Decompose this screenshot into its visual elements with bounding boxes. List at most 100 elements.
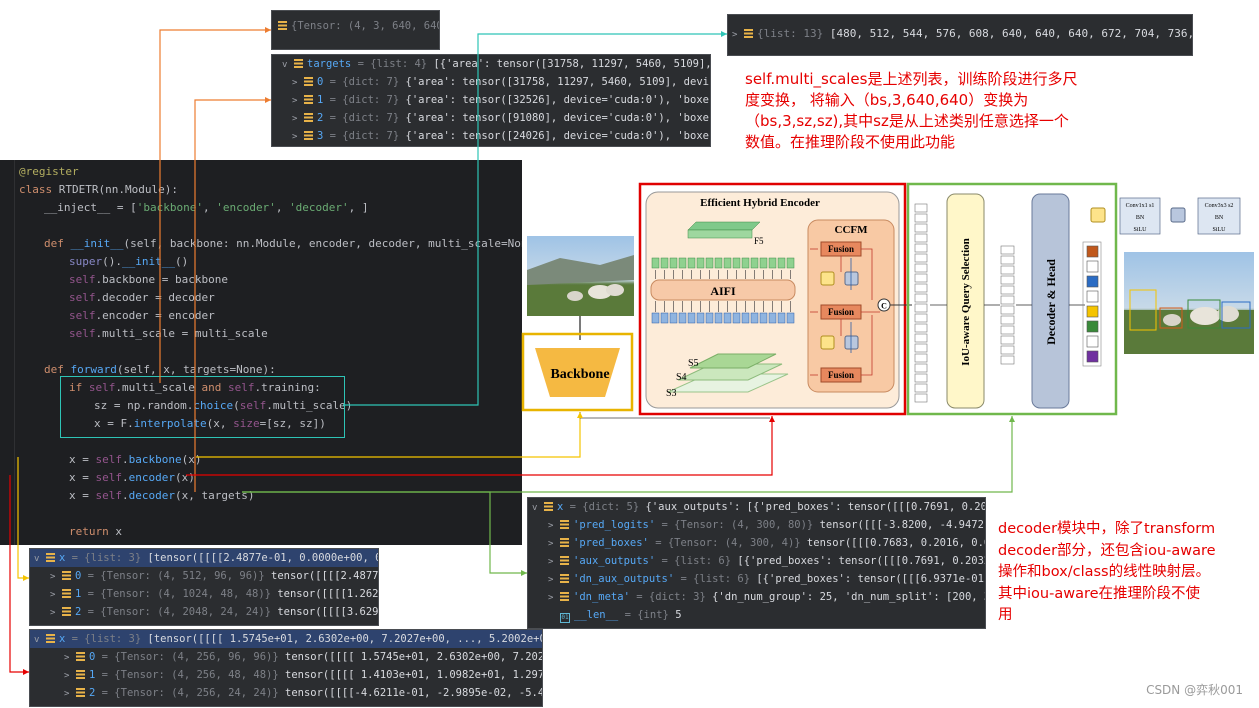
token [1086,335,1099,348]
token [696,257,705,269]
token [914,223,928,233]
token [1000,325,1015,335]
token [914,383,928,393]
token [914,273,928,283]
token [768,312,777,324]
token [1000,295,1015,305]
token [678,312,687,324]
token [651,257,660,269]
architecture-diagram: Backbone Efficient Hybrid Encoder F5 AIF… [9,27,1254,697]
token [687,257,696,269]
svg-text:Conv3x3 s2: Conv3x3 s2 [1205,203,1234,209]
svg-text:Fusion: Fusion [828,370,854,380]
svg-text:SiLU: SiLU [1133,227,1147,233]
s5-label: S5 [688,358,699,369]
token [1000,315,1015,325]
token [786,257,795,269]
fusion-block: Fusion [820,367,862,383]
backbone-label: Backbone [550,367,609,382]
svg-text:BN: BN [1136,215,1145,221]
token [1000,265,1015,275]
ccfm-node [820,271,835,286]
token [1000,285,1015,295]
ccfm-node [844,271,859,286]
token [1086,320,1099,333]
output-image [1124,252,1254,354]
input-image [527,236,634,316]
token [678,257,687,269]
token-group [1082,241,1102,367]
token [1086,350,1099,363]
token [914,363,928,373]
svg-text:BN: BN [1215,215,1224,221]
concat-label: C [881,302,887,311]
token [1000,335,1015,345]
token [914,293,928,303]
svg-text:Fusion: Fusion [828,244,854,254]
token [660,257,669,269]
token [669,312,678,324]
token [1000,305,1015,315]
token [1086,305,1099,318]
token [1086,245,1099,258]
token [786,312,795,324]
token [914,353,928,363]
token [723,257,732,269]
token [914,203,928,213]
token [1086,290,1099,303]
token [1086,275,1099,288]
token [732,312,741,324]
s4-label: S4 [676,372,687,383]
token [759,312,768,324]
fusion-block: Fusion [820,304,862,320]
iou-query-selection-label: IoU-aware Query Selection [960,238,972,366]
token [914,393,928,403]
token [914,213,928,223]
token [732,257,741,269]
token [1000,355,1015,365]
token [723,312,732,324]
s3-label: S3 [666,388,677,399]
token [714,257,723,269]
svg-text:SiLU: SiLU [1212,227,1226,233]
encoder-title: Efficient Hybrid Encoder [700,197,820,209]
token [1000,255,1015,265]
conv3x3-head-legend: Conv3x3 s2 BN SiLU [1197,197,1241,235]
token [714,312,723,324]
encoder-memory-tokens [914,203,928,403]
token [705,257,714,269]
f5-label: F5 [754,236,764,246]
token [914,233,928,243]
blue-node-legend [1170,207,1186,223]
watermark: CSDN @弈秋001 [1146,682,1243,697]
token [777,312,786,324]
token [687,312,696,324]
token [768,257,777,269]
token [705,312,714,324]
token [696,312,705,324]
svg-text:Conv1x1 s1: Conv1x1 s1 [1126,203,1155,209]
token [914,373,928,383]
token [914,283,928,293]
token [1086,260,1099,273]
token [914,323,928,333]
token [914,253,928,263]
prediction-tokens [1082,241,1102,367]
token [1000,275,1015,285]
ccfm-label: CCFM [835,224,869,236]
token [660,312,669,324]
conv1x1-head-legend: Conv1x1 s1 BN SiLU [1119,197,1161,235]
token [914,333,928,343]
f5-feature-map [687,221,761,239]
token [914,243,928,253]
token [914,343,928,353]
fusion-block: Fusion [820,241,862,257]
token [651,312,660,324]
ccfm-node [844,335,859,350]
token [750,312,759,324]
ccfm-node [820,335,835,350]
token [1000,245,1015,255]
token [914,303,928,313]
svg-text:Fusion: Fusion [828,307,854,317]
selected-query-tokens [1000,245,1015,365]
